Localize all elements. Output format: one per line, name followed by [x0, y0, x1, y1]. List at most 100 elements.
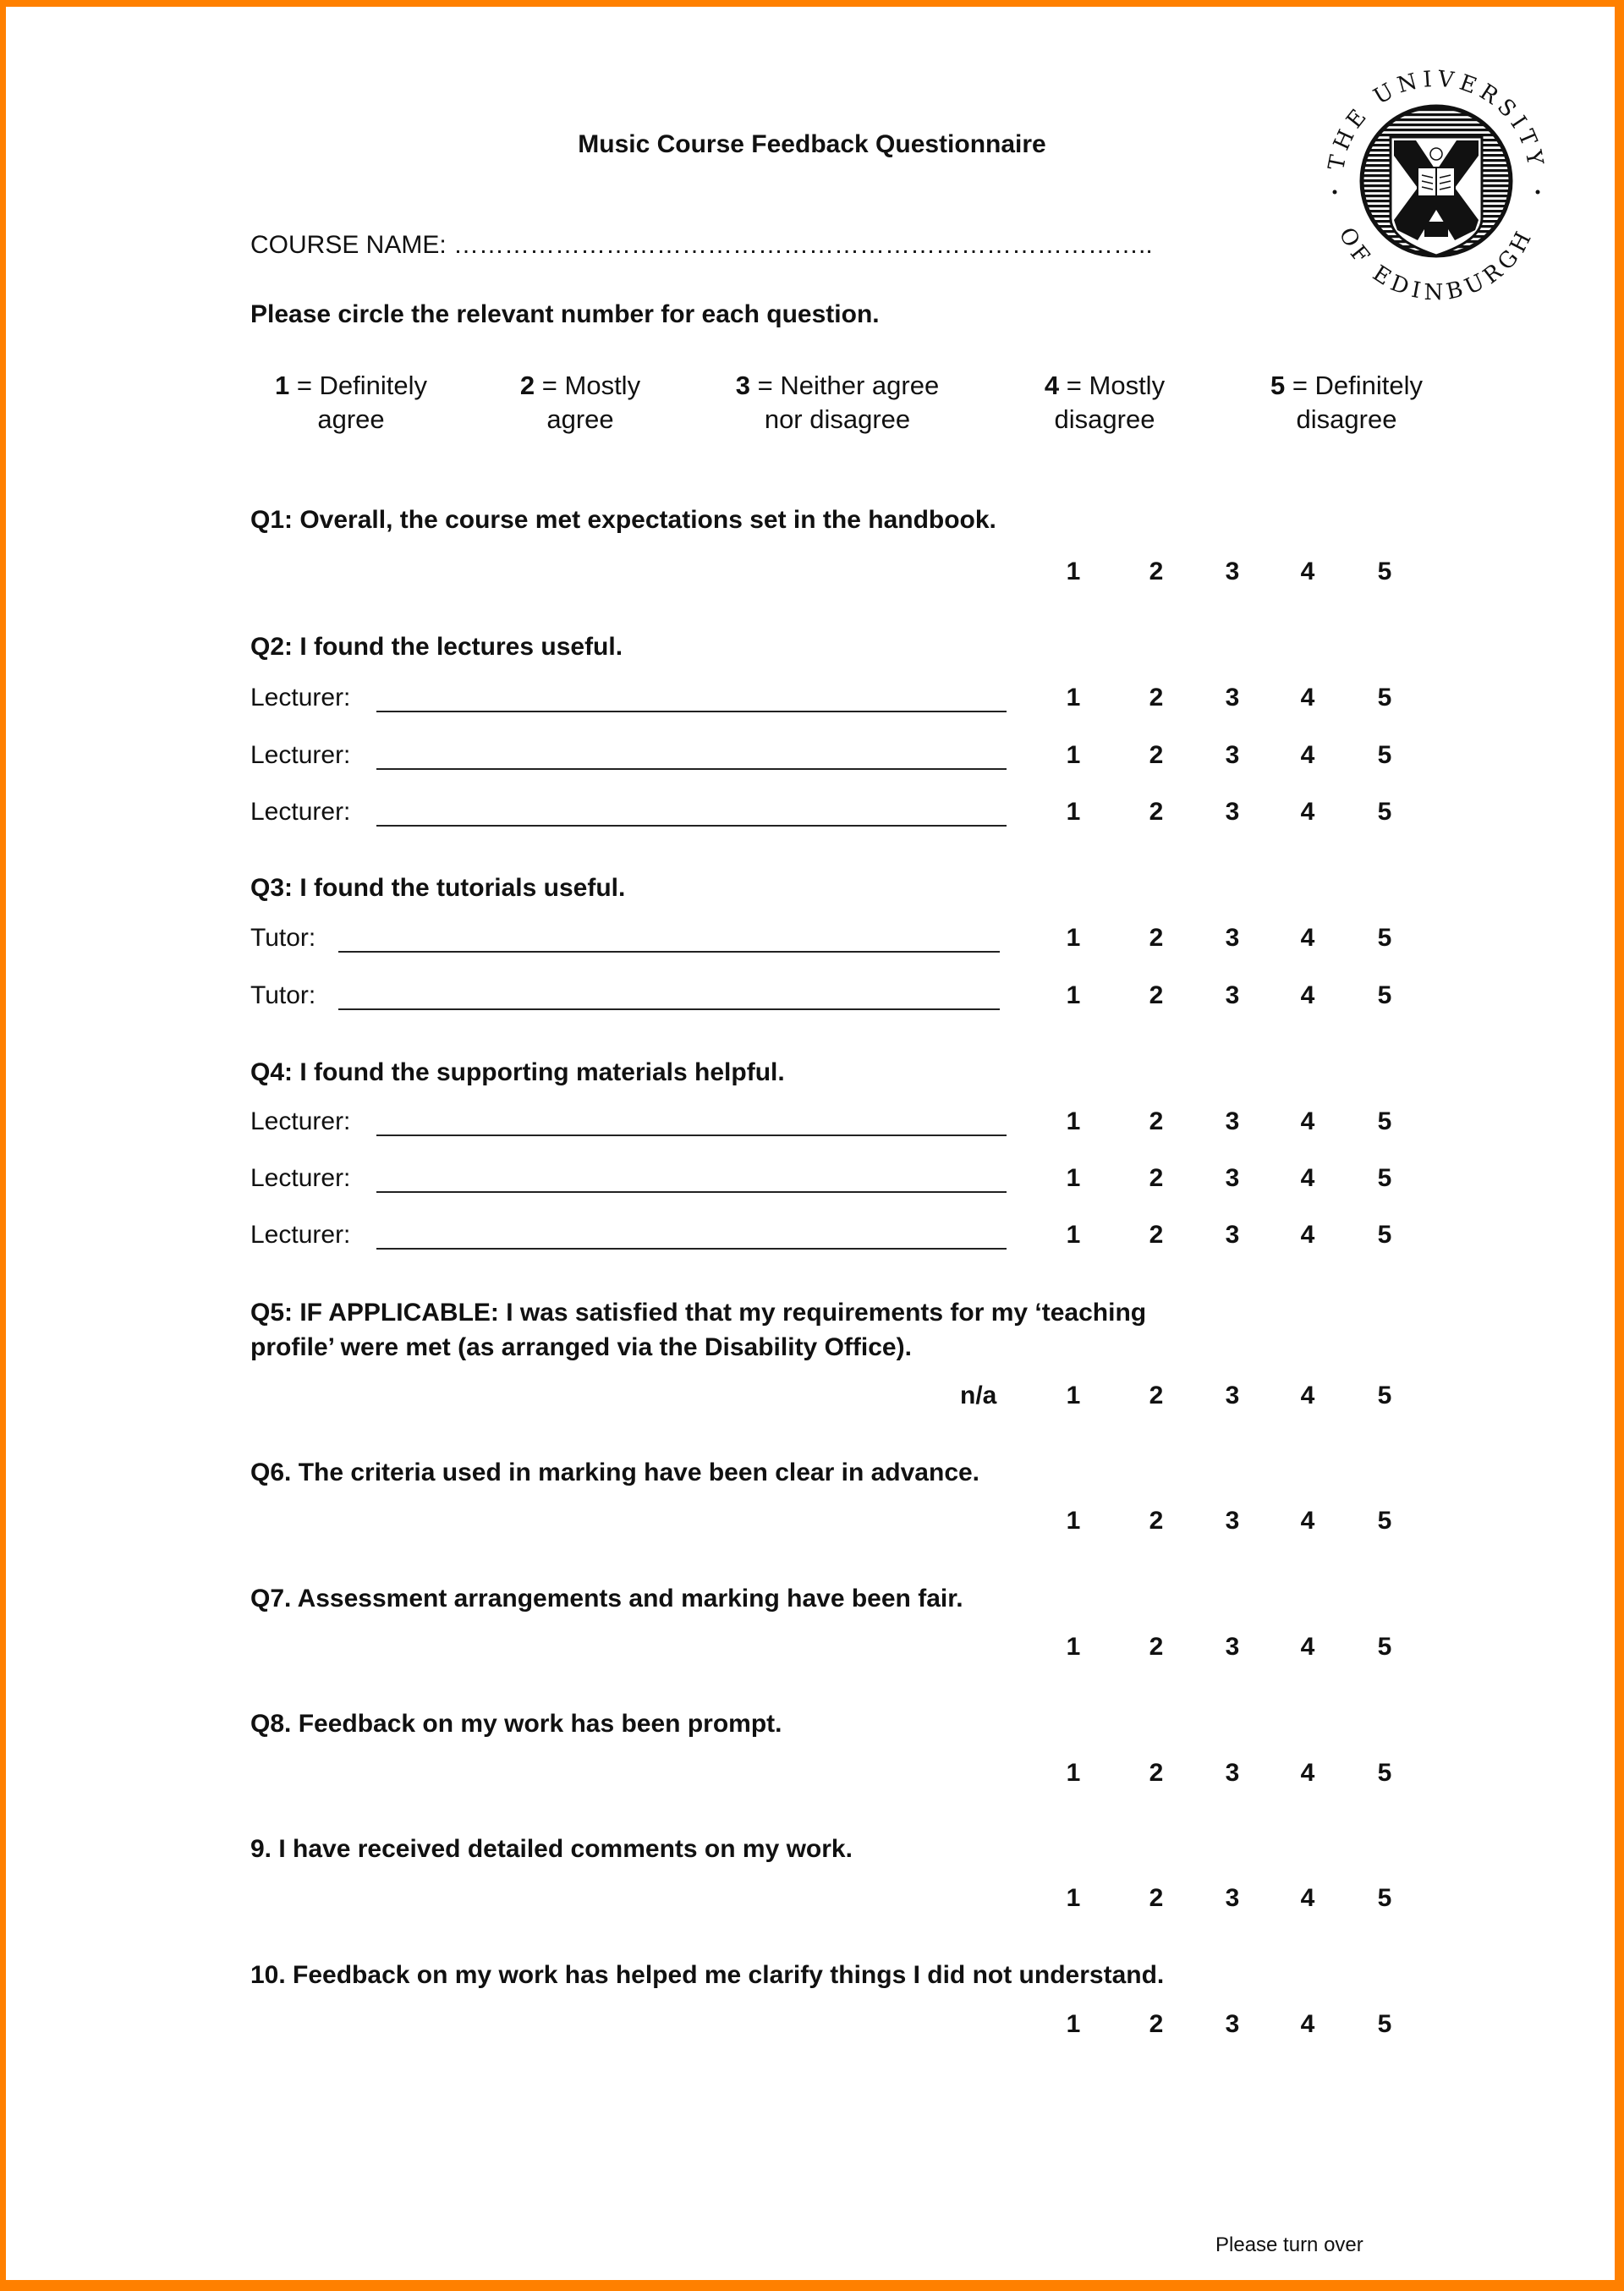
q8-option-4[interactable]: 4	[1291, 1759, 1325, 1788]
q3-row1-option-4[interactable]: 4	[1291, 924, 1325, 953]
q4-lecturer-3-name-line[interactable]	[376, 1248, 1007, 1250]
q3-row2-option-4[interactable]: 4	[1291, 981, 1325, 1010]
q2-row3-option-4[interactable]: 4	[1291, 798, 1325, 827]
scale-legend-2: 2 = Mostly agree	[519, 371, 641, 434]
q1-option-2[interactable]: 2	[1139, 558, 1173, 586]
q4-row3-option-4[interactable]: 4	[1291, 1221, 1325, 1250]
q2-row1-option-4[interactable]: 4	[1291, 684, 1325, 712]
q6-option-1[interactable]: 1	[1056, 1507, 1090, 1536]
q10-option-5[interactable]: 5	[1368, 2010, 1402, 2039]
page-title: Music Course Feedback Questionnaire	[578, 130, 1046, 158]
q2-row2-option-1[interactable]: 1	[1056, 741, 1090, 770]
q4-row1-option-4[interactable]: 4	[1291, 1107, 1325, 1136]
question-6-text: Q6. The criteria used in marking have be…	[250, 1459, 980, 1486]
q2-row1-option-5[interactable]: 5	[1368, 684, 1402, 712]
q4-row2-option-5[interactable]: 5	[1368, 1164, 1402, 1193]
q2-row3-option-2[interactable]: 2	[1139, 798, 1173, 827]
q2-row1-option-2[interactable]: 2	[1139, 684, 1173, 712]
q9-option-1[interactable]: 1	[1056, 1884, 1090, 1913]
q2-row1-option-1[interactable]: 1	[1056, 684, 1090, 712]
q7-option-1[interactable]: 1	[1056, 1633, 1090, 1662]
q5-option-4[interactable]: 4	[1291, 1382, 1325, 1410]
q4-row1-option-1[interactable]: 1	[1056, 1107, 1090, 1136]
q4-lecturer-1-name-line[interactable]	[376, 1135, 1007, 1136]
q2-lecturer-3-name-line[interactable]	[376, 825, 1007, 827]
instruction-text: Please circle the relevant number for ea…	[250, 300, 880, 328]
q8-option-1[interactable]: 1	[1056, 1759, 1090, 1788]
q8-option-2[interactable]: 2	[1139, 1759, 1173, 1788]
q3-row2-option-2[interactable]: 2	[1139, 981, 1173, 1010]
q3-row1-option-2[interactable]: 2	[1139, 924, 1173, 953]
q10-option-2[interactable]: 2	[1139, 2010, 1173, 2039]
q2-lecturer-1-name-line[interactable]	[376, 711, 1007, 712]
q1-option-4[interactable]: 4	[1291, 558, 1325, 586]
q1-option-3[interactable]: 3	[1215, 558, 1249, 586]
q4-row1-option-3[interactable]: 3	[1215, 1107, 1249, 1136]
q3-tutor-2-label: Tutor:	[250, 981, 316, 1009]
q9-option-4[interactable]: 4	[1291, 1884, 1325, 1913]
q2-row2-option-5[interactable]: 5	[1368, 741, 1402, 770]
q8-option-5[interactable]: 5	[1368, 1759, 1402, 1788]
question-1-text: Q1: Overall, the course met expectations…	[250, 506, 996, 534]
q7-option-2[interactable]: 2	[1139, 1633, 1173, 1662]
university-crest-icon: THE UNIVERSITY OF EDINBURGH	[1324, 66, 1544, 305]
q2-row3-option-1[interactable]: 1	[1056, 798, 1090, 827]
q2-row3-option-3[interactable]: 3	[1215, 798, 1249, 827]
q2-lecturer-2-name-line[interactable]	[376, 768, 1007, 770]
question-2-text: Q2: I found the lectures useful.	[250, 633, 623, 661]
q9-option-2[interactable]: 2	[1139, 1884, 1173, 1913]
q10-option-1[interactable]: 1	[1056, 2010, 1090, 2039]
q8-option-3[interactable]: 3	[1215, 1759, 1249, 1788]
q3-tutor-2-name-line[interactable]	[338, 1008, 1000, 1010]
q1-option-1[interactable]: 1	[1056, 558, 1090, 586]
q4-row3-option-2[interactable]: 2	[1139, 1221, 1173, 1250]
q2-row1-option-3[interactable]: 3	[1215, 684, 1249, 712]
q3-tutor-1-name-line[interactable]	[338, 951, 1000, 953]
q7-option-4[interactable]: 4	[1291, 1633, 1325, 1662]
q5-option-3[interactable]: 3	[1215, 1382, 1249, 1410]
q4-row1-option-2[interactable]: 2	[1139, 1107, 1173, 1136]
q3-row2-option-5[interactable]: 5	[1368, 981, 1402, 1010]
q3-row2-option-3[interactable]: 3	[1215, 981, 1249, 1010]
question-10-text: 10. Feedback on my work has helped me cl…	[250, 1961, 1165, 1989]
q4-row3-option-1[interactable]: 1	[1056, 1221, 1090, 1250]
q4-row2-option-2[interactable]: 2	[1139, 1164, 1173, 1193]
scale-legend-3: 3 = Neither agree nor disagree	[735, 371, 940, 434]
q4-row2-option-3[interactable]: 3	[1215, 1164, 1249, 1193]
q3-row1-option-3[interactable]: 3	[1215, 924, 1249, 953]
q4-lecturer-2-name-line[interactable]	[376, 1191, 1007, 1193]
q4-lecturer-2-label: Lecturer:	[250, 1164, 351, 1192]
q6-option-3[interactable]: 3	[1215, 1507, 1249, 1536]
q4-row3-option-5[interactable]: 5	[1368, 1221, 1402, 1250]
q4-row3-option-3[interactable]: 3	[1215, 1221, 1249, 1250]
q2-row3-option-5[interactable]: 5	[1368, 798, 1402, 827]
q6-option-5[interactable]: 5	[1368, 1507, 1402, 1536]
q6-option-4[interactable]: 4	[1291, 1507, 1325, 1536]
q2-row2-option-4[interactable]: 4	[1291, 741, 1325, 770]
q5-option-5[interactable]: 5	[1368, 1382, 1402, 1410]
q9-option-3[interactable]: 3	[1215, 1884, 1249, 1913]
q10-option-4[interactable]: 4	[1291, 2010, 1325, 2039]
q5-option-2[interactable]: 2	[1139, 1382, 1173, 1410]
q4-row1-option-5[interactable]: 5	[1368, 1107, 1402, 1136]
q7-option-5[interactable]: 5	[1368, 1633, 1402, 1662]
q1-option-5[interactable]: 5	[1368, 558, 1402, 586]
q5-option-1[interactable]: 1	[1056, 1382, 1090, 1410]
q4-row2-option-1[interactable]: 1	[1056, 1164, 1090, 1193]
q6-option-2[interactable]: 2	[1139, 1507, 1173, 1536]
scale-legend-5: 5 = Definitely disagree	[1270, 371, 1424, 434]
q2-lecturer-1-label: Lecturer:	[250, 684, 351, 711]
question-7-text: Q7. Assessment arrangements and marking …	[250, 1585, 963, 1612]
q4-lecturer-1-label: Lecturer:	[250, 1107, 351, 1135]
q2-row2-option-2[interactable]: 2	[1139, 741, 1173, 770]
q3-row1-option-5[interactable]: 5	[1368, 924, 1402, 953]
q9-option-5[interactable]: 5	[1368, 1884, 1402, 1913]
q4-row2-option-4[interactable]: 4	[1291, 1164, 1325, 1193]
q2-row2-option-3[interactable]: 3	[1215, 741, 1249, 770]
q10-option-3[interactable]: 3	[1215, 2010, 1249, 2039]
q3-row2-option-1[interactable]: 1	[1056, 981, 1090, 1010]
q5-option-na[interactable]: n/a	[960, 1382, 996, 1410]
q3-row1-option-1[interactable]: 1	[1056, 924, 1090, 953]
course-name-field[interactable]: COURSE NAME: …………………………………………………………………………	[250, 231, 1153, 260]
q7-option-3[interactable]: 3	[1215, 1633, 1249, 1662]
